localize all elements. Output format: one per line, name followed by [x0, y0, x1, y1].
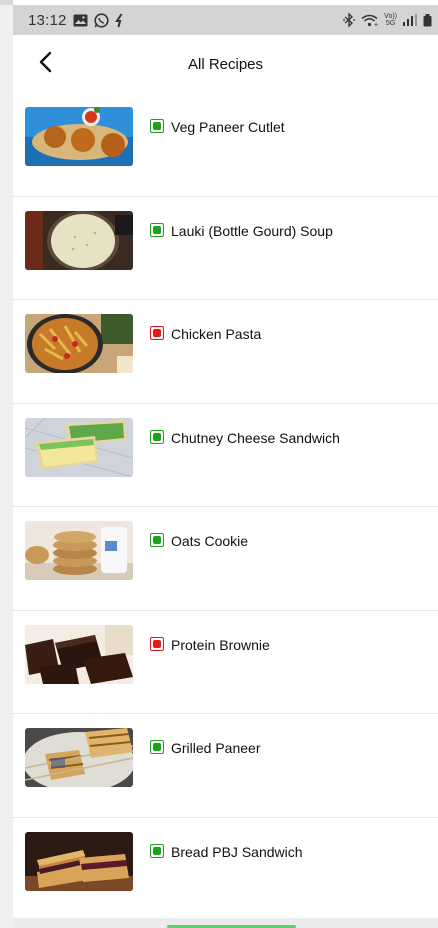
recipe-row-grilled-paneer[interactable]: Grilled Paneer [13, 714, 438, 818]
recipe-image-chutney-sandwich [25, 417, 133, 477]
recipe-row-oats-cookie[interactable]: Oats Cookie [13, 507, 438, 611]
recipe-name: Chicken Pasta [171, 326, 262, 342]
recipe-row-lauki-soup[interactable]: Lauki (Bottle Gourd) Soup [13, 197, 438, 300]
recipe-image-paneer-cutlet [25, 107, 133, 166]
veg-marker-icon [150, 429, 164, 444]
recipe-image-lauki-soup [25, 210, 133, 270]
recipe-name: Protein Brownie [171, 636, 270, 653]
nonveg-marker-icon [150, 326, 164, 340]
header: All Recipes [13, 35, 438, 93]
chevron-left-icon [38, 51, 54, 78]
recipe-name: Chutney Cheese Sandwich [171, 429, 340, 446]
recipe-row-protein-brownie[interactable]: Protein Brownie [13, 611, 438, 714]
status-right: + Vo)) 5G [343, 13, 432, 27]
whatsapp-icon [93, 12, 109, 28]
recipe-list: Veg Paneer Cutlet Lauki (Bottle Gourd) S… [13, 93, 438, 921]
recipe-name: Bread PBJ Sandwich [171, 843, 303, 860]
back-button[interactable] [31, 49, 61, 79]
veg-marker-icon [150, 740, 164, 754]
status-time: 13:12 [28, 11, 67, 29]
volte-icon: Vo)) 5G [384, 13, 397, 27]
recipe-image-pbj-sandwich [25, 831, 133, 891]
recipe-row-veg-paneer-cutlet[interactable]: Veg Paneer Cutlet [13, 93, 438, 197]
page-title: All Recipes [187, 55, 264, 73]
nonveg-marker-icon [150, 636, 164, 651]
veg-marker-icon [150, 533, 164, 547]
veg-marker-icon [150, 119, 164, 133]
signal-icon [403, 14, 417, 26]
veg-marker-icon [150, 843, 164, 858]
recipe-name: Grilled Paneer [171, 740, 261, 756]
recipe-name: Veg Paneer Cutlet [171, 119, 285, 135]
phone-screen: 13:12 + Vo)) 5G All Recipes Veg Paneer C… [13, 0, 438, 928]
recipe-image-chicken-pasta [25, 314, 133, 373]
veg-marker-icon [150, 222, 164, 237]
network-label: 5G [385, 20, 396, 27]
recipe-row-chutney-cheese-sandwich[interactable]: Chutney Cheese Sandwich [13, 404, 438, 507]
gallery-icon [73, 14, 88, 27]
activity-icon [114, 12, 125, 28]
battery-icon [423, 13, 432, 27]
recipe-name: Oats Cookie [171, 533, 249, 549]
recipe-row-bread-pbj-sandwich[interactable]: Bread PBJ Sandwich [13, 818, 438, 921]
recipe-image-oats-cookie [25, 521, 133, 580]
status-bar: 13:12 + Vo)) 5G [13, 5, 438, 35]
bluetooth-icon [343, 13, 356, 27]
recipe-name: Lauki (Bottle Gourd) Soup [171, 222, 333, 239]
recipe-image-grilled-paneer [25, 728, 133, 787]
recipe-row-chicken-pasta[interactable]: Chicken Pasta [13, 300, 438, 404]
wifi-icon: + [361, 14, 378, 27]
volte-label: Vo)) [384, 13, 397, 20]
bottom-bar [13, 918, 438, 928]
svg-text:+: + [374, 21, 379, 27]
status-left: 13:12 [28, 12, 125, 29]
recipe-image-protein-brownie [25, 624, 133, 684]
